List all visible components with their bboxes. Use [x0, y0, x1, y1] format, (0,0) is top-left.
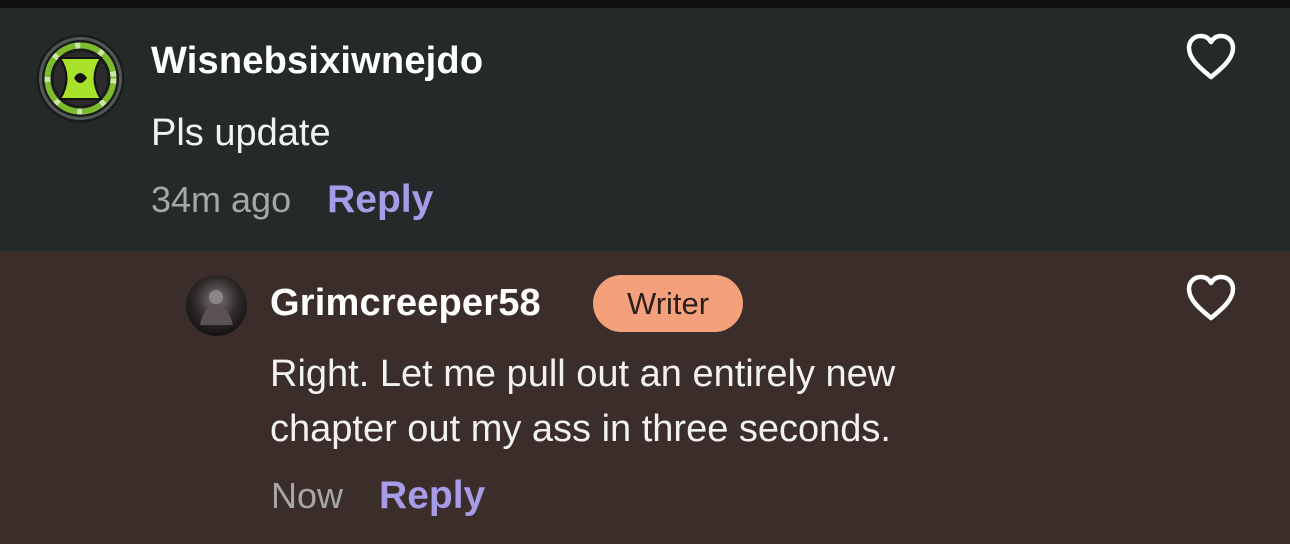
reply-text: Right. Let me pull out an entirely new c…: [270, 347, 895, 457]
reply-meta: Now Reply: [271, 474, 485, 518]
reply-button[interactable]: Reply: [379, 474, 485, 517]
heart-outline-icon: [1186, 274, 1236, 321]
comment-timestamp: 34m ago: [151, 179, 292, 220]
like-button[interactable]: [1184, 32, 1238, 82]
reply-username[interactable]: Grimcreeper58: [270, 282, 541, 325]
comment: Wisnebsixiwnejdo Pls update 34m ago Repl…: [0, 8, 1290, 251]
writer-badge: Writer: [593, 275, 744, 332]
avatar[interactable]: [186, 275, 247, 336]
omnitrix-icon: [36, 34, 125, 123]
reply-text-line: Right. Let me pull out an entirely new: [270, 353, 896, 395]
reply-text-line: chapter out my ass in three seconds.: [270, 408, 891, 450]
comment-text: Pls update: [151, 112, 331, 154]
like-button[interactable]: [1184, 273, 1238, 323]
user-photo-icon: [186, 275, 247, 336]
comment-meta: 34m ago Reply: [151, 178, 433, 222]
comment-username[interactable]: Wisnebsixiwnejdo: [151, 40, 483, 83]
avatar[interactable]: [36, 34, 125, 123]
reply-timestamp: Now: [271, 475, 344, 516]
heart-outline-icon: [1186, 33, 1236, 80]
reply-button[interactable]: Reply: [327, 178, 433, 221]
reply-comment: Grimcreeper58 Writer Right. Let me pull …: [0, 251, 1290, 544]
top-divider: [0, 0, 1290, 8]
